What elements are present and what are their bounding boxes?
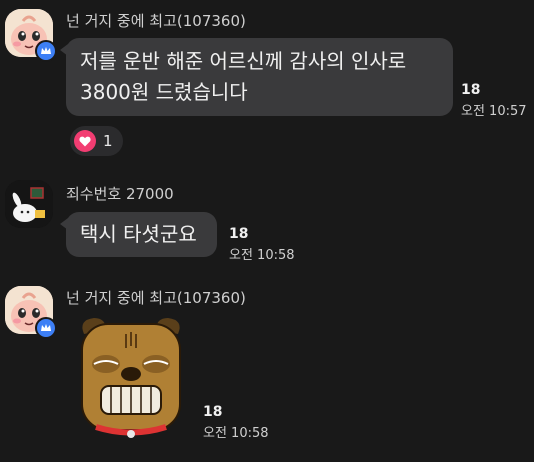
- sender-avatar[interactable]: [5, 180, 53, 228]
- reaction-count: 1: [103, 132, 113, 150]
- message-line: 3800원 드렸습니다: [80, 80, 248, 104]
- frog-dog-character-sticker[interactable]: [76, 314, 186, 448]
- unread-count: 18: [461, 82, 481, 98]
- rabbit-character-icon: [5, 180, 53, 228]
- message-line: 택시 타셧군요: [80, 222, 197, 246]
- message-bubble[interactable]: 택시 타셧군요: [60, 212, 217, 257]
- unread-count: 18: [203, 404, 223, 420]
- timestamp: 오전 10:57: [461, 104, 527, 119]
- message-1: 넌 거지 중에 최고(107360) 저를 운반 해준 어르신께 감사의 인사로…: [0, 0, 534, 160]
- message-meta: 18 오전 10:58: [203, 404, 269, 441]
- sender-name: 죄수번호 27000: [66, 185, 174, 203]
- sender-name: 넌 거지 중에 최고(107360): [66, 12, 246, 30]
- reaction-chip[interactable]: 1: [70, 126, 123, 156]
- crown-badge-icon: [35, 40, 57, 62]
- unread-count: 18: [229, 226, 249, 242]
- message-meta: 18 오전 10:57: [461, 82, 527, 119]
- message-3: 넌 거지 중에 최고(107360) 18 오전 10:58: [0, 278, 534, 462]
- crown-badge-icon: [35, 317, 57, 339]
- message-meta: 18 오전 10:58: [229, 226, 295, 263]
- sender-name: 넌 거지 중에 최고(107360): [66, 289, 246, 307]
- timestamp: 오전 10:58: [203, 426, 269, 441]
- heart-icon: [74, 130, 96, 152]
- message-2: 죄수번호 27000 택시 타셧군요 18 오전 10:58: [0, 172, 534, 272]
- message-line: 저를 운반 해준 어르신께 감사의 인사로: [80, 49, 407, 73]
- timestamp: 오전 10:58: [229, 248, 295, 263]
- message-bubble[interactable]: 저를 운반 해준 어르신께 감사의 인사로 3800원 드렸습니다: [60, 38, 453, 116]
